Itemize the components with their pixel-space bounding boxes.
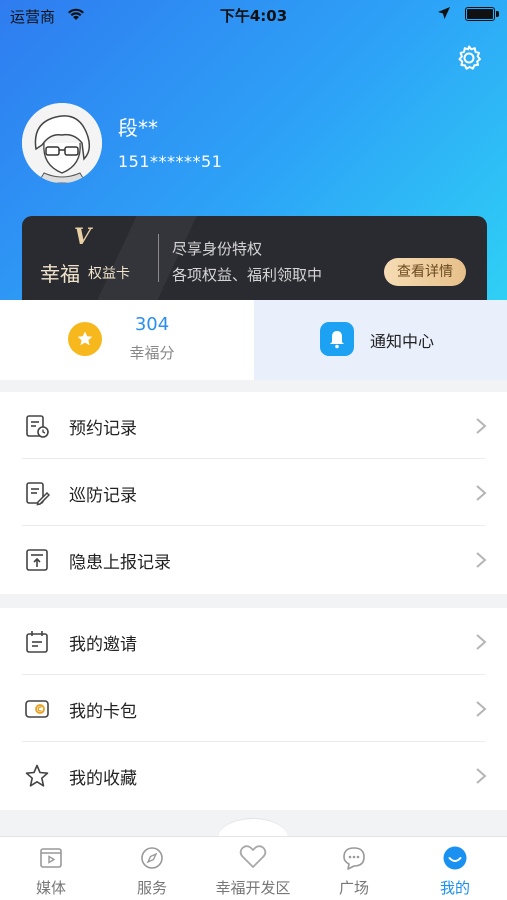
tab-happiness-zone[interactable]: 幸福开发区 [203, 837, 303, 900]
menu-group-personal: 我的邀请 我的卡包 我的收藏 [0, 608, 507, 810]
menu-item-patrol[interactable]: 巡防记录 [0, 459, 507, 526]
vip-card[interactable]: V 幸福 权益卡 尽享身份特权 各项权益、福利领取中 查看详情 [22, 216, 487, 300]
battery-icon [465, 7, 499, 21]
view-details-button[interactable]: 查看详情 [384, 258, 466, 286]
compass-icon [139, 845, 165, 871]
menu-item-invitations[interactable]: 我的邀请 [0, 608, 507, 675]
tab-label: 服务 [136, 879, 167, 897]
settings-gear-icon[interactable] [455, 44, 483, 72]
v-badge: V [74, 224, 92, 250]
tab-label: 广场 [338, 879, 369, 897]
menu-item-label: 我的邀请 [69, 635, 137, 655]
vip-card-brand-sub: 权益卡 [88, 266, 130, 282]
chat-bubble-icon [341, 845, 367, 871]
menu-item-card-wallet[interactable]: 我的卡包 [0, 675, 507, 742]
star-coin-icon [68, 322, 102, 356]
card-wallet-icon [24, 696, 50, 722]
notification-center[interactable]: 通知中心 [254, 300, 507, 380]
menu-item-favorites[interactable]: 我的收藏 [0, 742, 507, 809]
chevron-right-icon [475, 633, 487, 651]
happiness-points[interactable]: 304 幸福分 [0, 300, 253, 380]
points-label: 幸福分 [129, 344, 175, 362]
tab-label: 我的 [439, 879, 470, 897]
vip-card-line2: 各项权益、福利领取中 [172, 266, 323, 284]
menu-item-label: 隐患上报记录 [69, 553, 171, 573]
star-icon [24, 763, 50, 789]
tab-square[interactable]: 广场 [304, 837, 404, 900]
status-bar: 运营商 下午4:03 [0, 0, 507, 30]
vip-card-line1: 尽享身份特权 [172, 240, 263, 258]
smile-icon [442, 845, 468, 871]
menu-item-label: 我的卡包 [69, 702, 137, 722]
tab-mine[interactable]: 我的 [405, 837, 505, 900]
patrol-record-icon [24, 480, 51, 506]
menu-item-label: 巡防记录 [69, 486, 137, 506]
user-phone: 151******51 [118, 152, 223, 171]
invitation-icon [24, 629, 50, 655]
chevron-right-icon [475, 417, 487, 435]
tab-services[interactable]: 服务 [102, 837, 202, 900]
calendar-record-icon [24, 413, 50, 439]
chevron-right-icon [475, 700, 487, 718]
chevron-right-icon [475, 767, 487, 785]
location-arrow-icon [437, 6, 451, 24]
vip-card-divider [158, 234, 159, 282]
hazard-report-icon [24, 547, 50, 573]
heart-icon [238, 841, 268, 871]
chevron-right-icon [475, 551, 487, 569]
notification-label: 通知中心 [370, 332, 435, 351]
status-time: 下午4:03 [219, 7, 288, 25]
bell-icon [320, 322, 354, 356]
tab-media[interactable]: 媒体 [1, 837, 101, 900]
menu-item-label: 预约记录 [69, 419, 137, 439]
tab-label: 媒体 [35, 879, 66, 897]
tab-bar: 媒体 服务 幸福开发区 广场 我的 [0, 836, 507, 900]
points-value: 304 [134, 314, 170, 335]
vip-card-brand: 幸福 [40, 262, 80, 286]
avatar[interactable] [22, 103, 102, 183]
menu-group-records: 预约记录 巡防记录 隐患上报记录 [0, 392, 507, 594]
menu-item-label: 我的收藏 [69, 769, 137, 789]
chevron-right-icon [475, 484, 487, 502]
menu-item-appointments[interactable]: 预约记录 [0, 392, 507, 459]
media-icon [38, 845, 64, 871]
stats-panel: 304 幸福分 通知中心 [0, 300, 507, 380]
user-name: 段** [118, 116, 158, 140]
menu-item-hazard-reports[interactable]: 隐患上报记录 [0, 526, 507, 593]
tab-label: 幸福开发区 [215, 879, 291, 897]
